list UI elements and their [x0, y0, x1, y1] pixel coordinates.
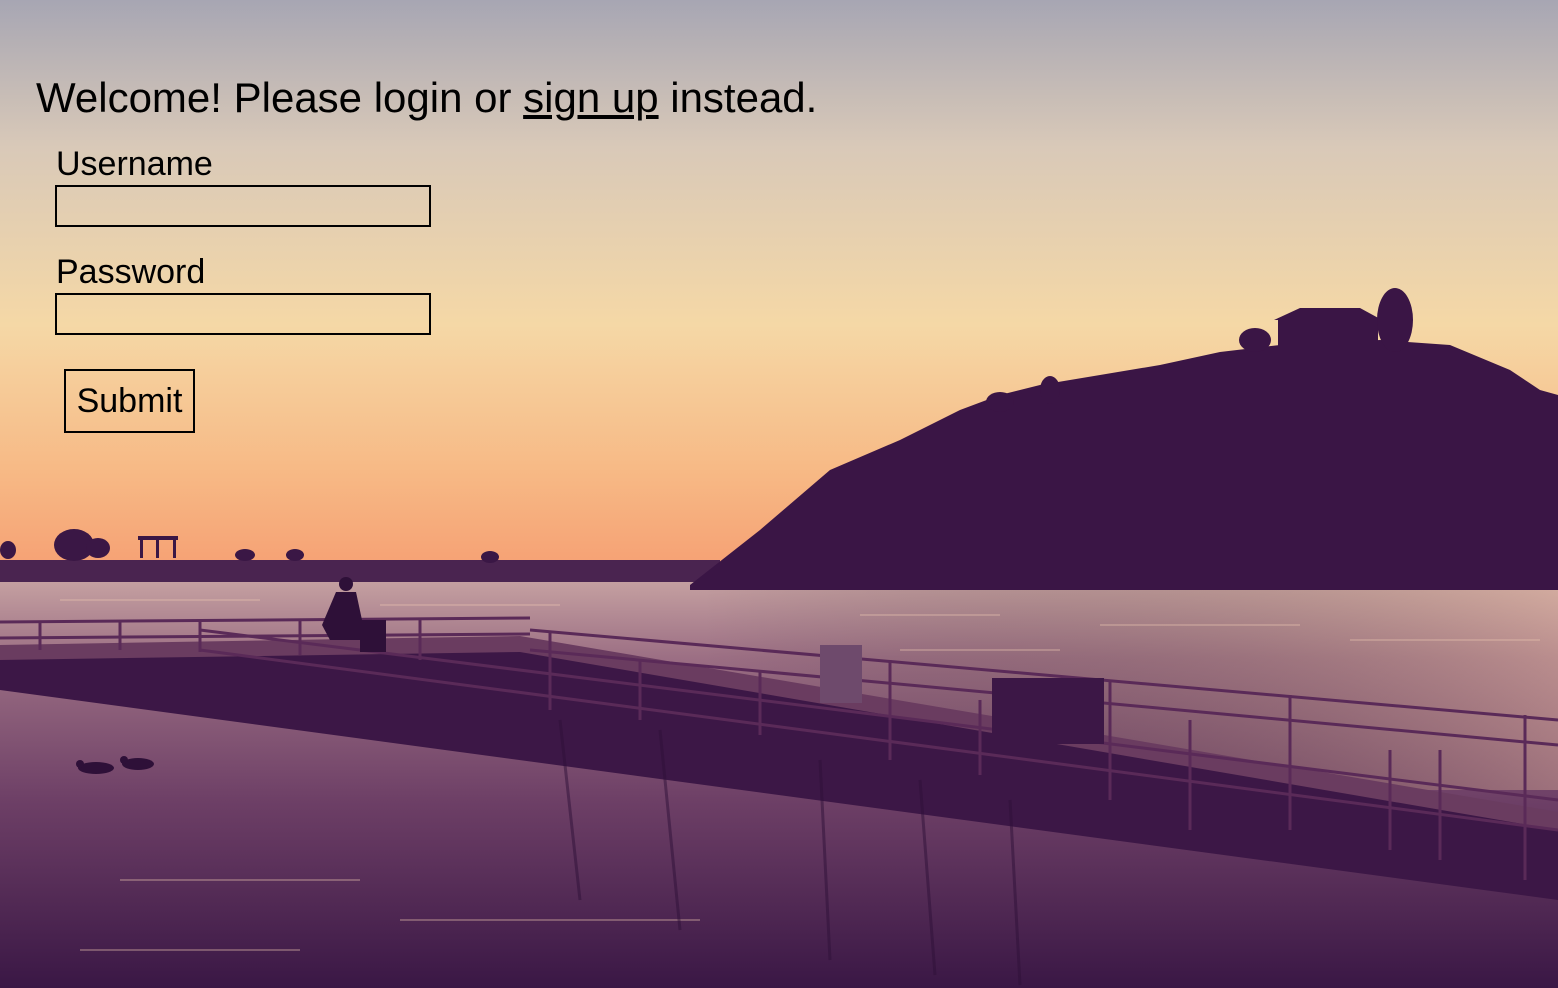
login-page: Welcome! Please login or sign up instead…: [0, 0, 1558, 988]
password-input[interactable]: [55, 293, 431, 335]
username-label: Username: [56, 145, 213, 183]
welcome-message: Welcome! Please login or sign up instead…: [36, 72, 817, 124]
password-label: Password: [56, 253, 206, 291]
welcome-prefix: Welcome! Please login or: [36, 74, 524, 121]
welcome-suffix: instead.: [658, 74, 818, 121]
submit-button[interactable]: Submit: [64, 369, 195, 433]
username-input[interactable]: [55, 185, 431, 227]
sign-up-link[interactable]: sign up: [523, 74, 658, 121]
